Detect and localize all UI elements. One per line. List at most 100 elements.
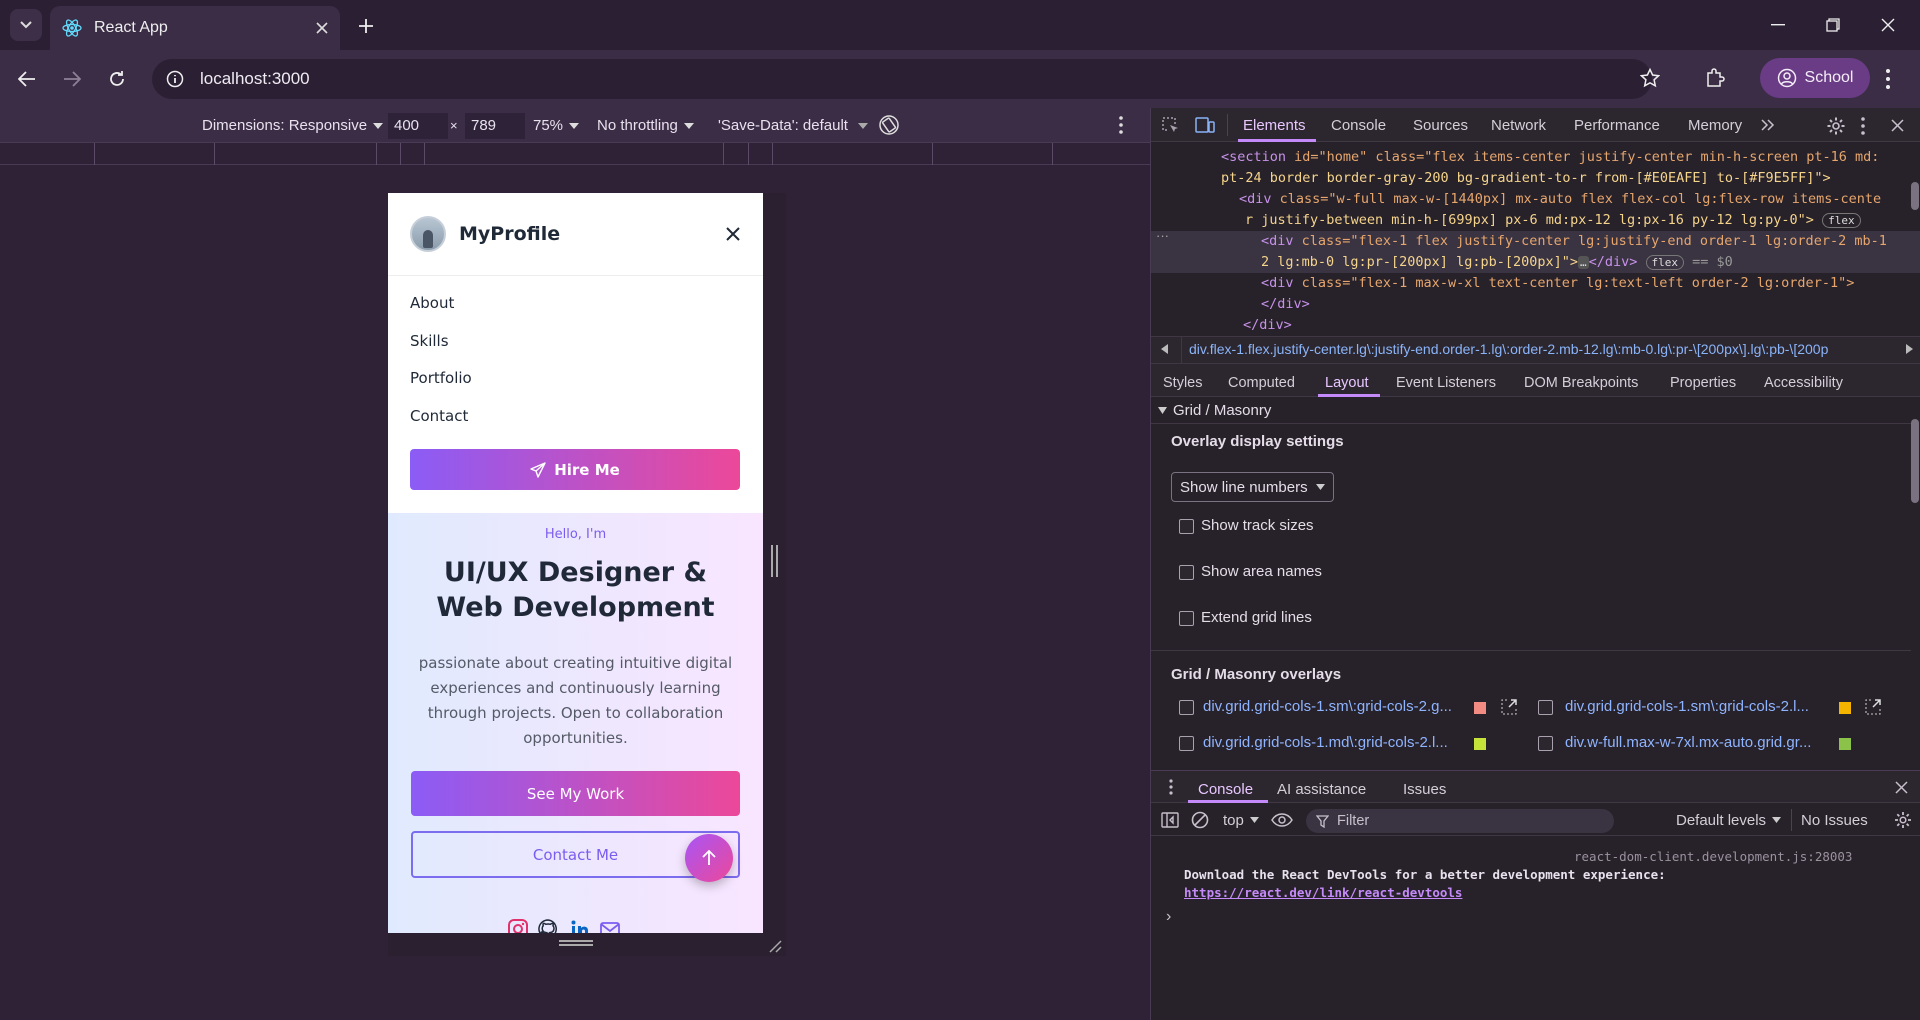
- tab-network[interactable]: Network: [1491, 117, 1546, 134]
- throttling-dropdown[interactable]: No throttling: [597, 108, 694, 143]
- media-query-ruler[interactable]: [0, 143, 1150, 165]
- see-my-work-button[interactable]: See My Work: [411, 771, 740, 816]
- tab-dom-breakpoints[interactable]: DOM Breakpoints: [1524, 375, 1638, 391]
- overlay-element-link[interactable]: div.w-full.max-w-7xl.mx-auto.grid.gr...: [1565, 734, 1811, 751]
- breadcrumb-right-icon[interactable]: [1905, 344, 1913, 354]
- console-filter-input[interactable]: Filter: [1306, 809, 1614, 833]
- linkedin-icon[interactable]: [569, 918, 591, 933]
- more-tabs-icon[interactable]: [1761, 119, 1775, 131]
- viewport-resize-handle-right[interactable]: [763, 193, 786, 956]
- extend-grid-lines-checkbox[interactable]: [1179, 611, 1194, 626]
- forward-button[interactable]: [57, 64, 87, 94]
- issues-counter[interactable]: No Issues: [1801, 812, 1868, 829]
- console-prompt[interactable]: ›: [1166, 908, 1171, 926]
- instagram-icon[interactable]: [507, 918, 529, 933]
- dom-node-selected[interactable]: <div class="flex-1 flex justify-center l…: [1261, 231, 1887, 252]
- tab-search-button[interactable]: [10, 9, 42, 41]
- settings-gear-icon[interactable]: [1826, 116, 1846, 136]
- nav-item-portfolio[interactable]: Portfolio: [410, 369, 472, 387]
- node-options-icon[interactable]: ···: [1156, 228, 1169, 243]
- viewport-resize-handle-bottom[interactable]: [388, 933, 786, 956]
- save-data-dropdown[interactable]: 'Save-Data': default: [718, 108, 868, 143]
- tab-accessibility[interactable]: Accessibility: [1764, 375, 1843, 391]
- address-bar[interactable]: localhost:3000: [152, 59, 1652, 99]
- tab-sources[interactable]: Sources: [1413, 117, 1468, 134]
- overlay-color-swatch[interactable]: [1839, 702, 1851, 714]
- bookmark-star-icon[interactable]: [1640, 68, 1660, 88]
- close-menu-icon[interactable]: [725, 226, 741, 242]
- dom-node[interactable]: <section id="home" class="flex items-cen…: [1221, 147, 1879, 168]
- github-icon[interactable]: [537, 918, 559, 933]
- minimize-button[interactable]: [1760, 10, 1796, 40]
- overlay-checkbox[interactable]: [1179, 736, 1194, 751]
- close-tab-icon[interactable]: [316, 22, 328, 34]
- hire-me-button[interactable]: Hire Me: [410, 449, 740, 490]
- browser-tab[interactable]: React App: [50, 6, 340, 50]
- inspect-element-icon[interactable]: [1161, 116, 1179, 134]
- devtools-menu-icon[interactable]: [1860, 117, 1866, 135]
- dimensions-dropdown[interactable]: Dimensions: Responsive: [202, 108, 384, 143]
- tab-memory[interactable]: Memory: [1688, 117, 1742, 134]
- tab-styles[interactable]: Styles: [1163, 375, 1203, 391]
- site-info-icon[interactable]: [166, 70, 184, 88]
- tab-event-listeners[interactable]: Event Listeners: [1396, 375, 1496, 391]
- drawer-tab-issues[interactable]: Issues: [1403, 781, 1446, 798]
- reveal-element-icon[interactable]: [1501, 699, 1517, 715]
- tab-console[interactable]: Console: [1331, 117, 1386, 134]
- line-numbers-select[interactable]: Show line numbers: [1171, 472, 1334, 502]
- new-tab-button[interactable]: [352, 12, 380, 40]
- zoom-dropdown[interactable]: 75%: [533, 108, 580, 143]
- site-brand[interactable]: MyProfile: [459, 223, 725, 245]
- grid-section-header[interactable]: Grid / Masonry: [1151, 397, 1911, 424]
- browser-menu-icon[interactable]: [1885, 68, 1891, 90]
- tab-properties[interactable]: Properties: [1670, 375, 1736, 391]
- show-track-sizes-checkbox[interactable]: [1179, 519, 1194, 534]
- close-devtools-icon[interactable]: [1891, 119, 1904, 132]
- overlay-element-link[interactable]: div.grid.grid-cols-1.md\:grid-cols-2.l..…: [1203, 734, 1448, 751]
- dom-node[interactable]: <div class="w-full max-w-[1440px] mx-aut…: [1239, 189, 1881, 210]
- drawer-menu-icon[interactable]: [1168, 779, 1174, 795]
- sidebar-toggle-icon[interactable]: [1161, 812, 1179, 828]
- tab-elements[interactable]: Elements: [1243, 117, 1306, 134]
- drawer-tab-console[interactable]: Console: [1198, 781, 1253, 798]
- width-input[interactable]: 400: [388, 112, 448, 139]
- drawer-tab-ai-assistance[interactable]: AI assistance: [1277, 781, 1366, 798]
- layout-scrollbar[interactable]: [1911, 401, 1919, 731]
- restore-button[interactable]: [1815, 10, 1851, 40]
- log-link[interactable]: https://react.dev/link/react-devtools: [1184, 882, 1462, 903]
- overlay-color-swatch[interactable]: [1839, 738, 1851, 750]
- device-toolbar-toggle-icon[interactable]: [1195, 116, 1215, 134]
- height-input[interactable]: 789: [465, 112, 525, 139]
- nav-item-skills[interactable]: Skills: [410, 332, 449, 350]
- reveal-element-icon[interactable]: [1865, 699, 1881, 715]
- overlay-color-swatch[interactable]: [1474, 702, 1486, 714]
- overlay-checkbox[interactable]: [1179, 700, 1194, 715]
- profile-button[interactable]: School: [1760, 58, 1870, 98]
- nav-item-contact[interactable]: Contact: [410, 407, 468, 425]
- breadcrumb[interactable]: div.flex-1.flex.justify-center.lg\:justi…: [1189, 341, 1899, 357]
- close-window-button[interactable]: [1870, 10, 1906, 40]
- reload-button[interactable]: [102, 64, 132, 94]
- rotate-icon[interactable]: [878, 114, 900, 136]
- overlay-color-swatch[interactable]: [1474, 738, 1486, 750]
- device-toolbar-more-icon[interactable]: [1118, 116, 1124, 134]
- tab-performance[interactable]: Performance: [1574, 117, 1660, 134]
- flex-badge[interactable]: flex: [1645, 255, 1685, 270]
- tab-layout[interactable]: Layout: [1325, 375, 1369, 391]
- close-drawer-icon[interactable]: [1895, 781, 1908, 794]
- tab-computed[interactable]: Computed: [1228, 375, 1295, 391]
- back-button[interactable]: [12, 64, 42, 94]
- url-text[interactable]: localhost:3000: [200, 69, 310, 89]
- overlay-element-link[interactable]: div.grid.grid-cols-1.sm\:grid-cols-2.g..…: [1203, 698, 1452, 715]
- dom-scrollbar[interactable]: [1911, 146, 1919, 286]
- nav-item-about[interactable]: About: [410, 294, 454, 312]
- flex-badge[interactable]: flex: [1822, 213, 1861, 228]
- dom-node[interactable]: <div class="flex-1 max-w-xl text-center …: [1261, 273, 1854, 294]
- scroll-to-top-button[interactable]: [685, 834, 733, 882]
- show-area-names-checkbox[interactable]: [1179, 565, 1194, 580]
- clear-console-icon[interactable]: [1191, 811, 1209, 829]
- overlay-checkbox[interactable]: [1538, 736, 1553, 751]
- overlay-checkbox[interactable]: [1538, 700, 1553, 715]
- context-selector[interactable]: top: [1223, 808, 1259, 832]
- mail-icon[interactable]: [599, 918, 621, 933]
